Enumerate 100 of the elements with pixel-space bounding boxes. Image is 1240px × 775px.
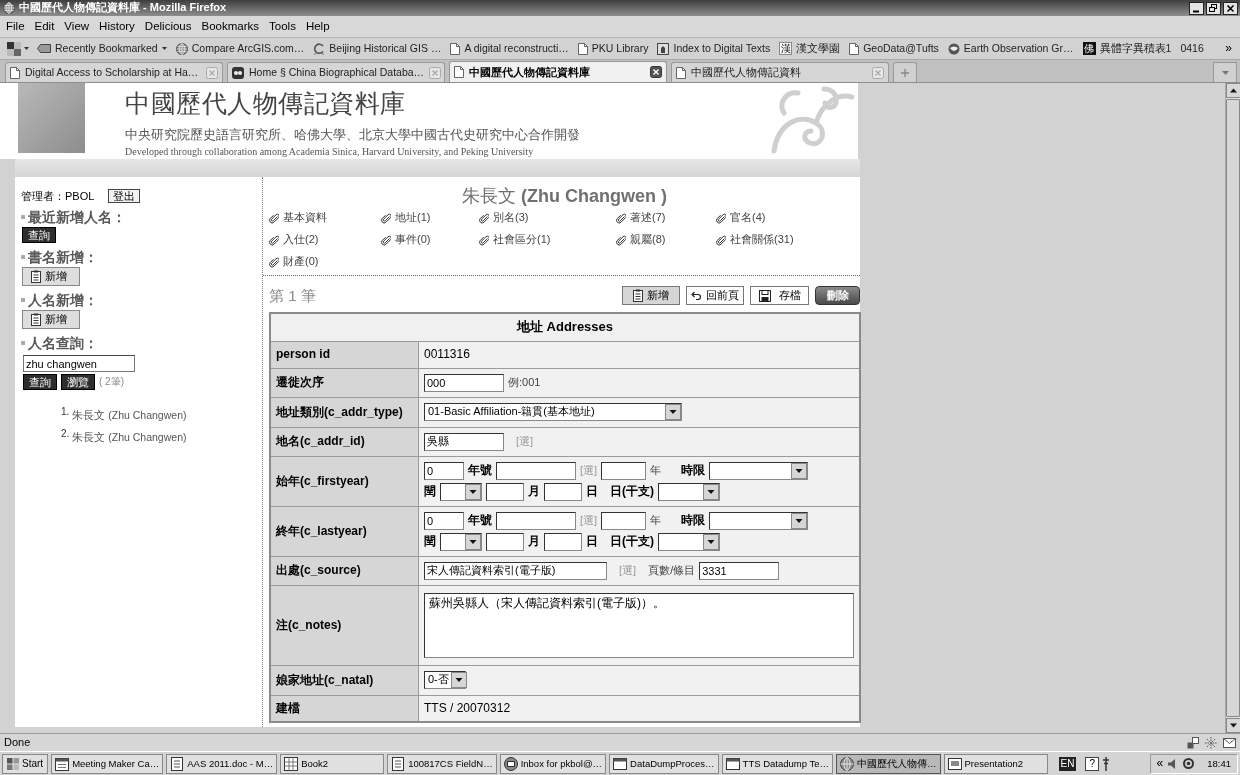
input-field[interactable] (496, 461, 576, 480)
input-field[interactable] (544, 532, 582, 551)
input-field[interactable] (486, 482, 524, 501)
ring-icon[interactable] (1183, 758, 1195, 769)
input-field[interactable] (486, 532, 524, 551)
overflow-chevron[interactable]: » (1225, 41, 1232, 56)
minimize-icon[interactable] (1189, 1, 1204, 15)
menu-item[interactable]: View (59, 19, 95, 34)
squares-icon[interactable] (1187, 736, 1199, 749)
record-link[interactable]: 財產(0) (269, 255, 319, 269)
select-field[interactable] (658, 532, 720, 551)
bookmark-item[interactable]: Earth Observation Gr… (947, 42, 1074, 55)
search-button[interactable]: 查詢 (23, 374, 57, 390)
help-button[interactable]: ? (1085, 756, 1099, 771)
input-field[interactable] (601, 511, 647, 530)
tab[interactable]: 中國歷代人物傳記資料庫 (449, 61, 667, 82)
menu-item[interactable]: File (1, 19, 30, 34)
input-field[interactable]: 宋人傳記資料索引(電子版) (424, 561, 607, 580)
site-glyph: 佛 (1082, 42, 1096, 55)
input-field[interactable] (601, 461, 647, 480)
person-link[interactable]: 朱長文 (Zhu Changwen) (72, 408, 187, 422)
select-field[interactable] (440, 532, 482, 551)
bookmark-item[interactable]: Index to Digital Texts (657, 42, 771, 55)
close-icon[interactable] (1223, 1, 1238, 15)
menu-item[interactable]: Tools (264, 19, 301, 34)
record-link[interactable]: 事件(0) (381, 233, 431, 247)
taskbar-button[interactable]: AAS 2011.doc - M… (166, 753, 278, 774)
menu-item[interactable]: Edit (29, 19, 60, 34)
record-link[interactable]: 著述(7) (616, 211, 666, 225)
record-link[interactable]: 地址(1) (381, 211, 431, 225)
add-button[interactable]: 新增 (622, 286, 680, 305)
antenna-icon[interactable] (1102, 756, 1110, 771)
search-field[interactable]: zhu changwen (23, 355, 135, 372)
taskbar-button[interactable]: 中國歷代人物傳… (836, 753, 941, 774)
notes-field[interactable]: 蘇州吳縣人（宋人傳記資料索引(電子版)）。 (424, 592, 854, 658)
menu-item[interactable]: Delicious (139, 19, 197, 34)
menu-item[interactable]: History (94, 19, 140, 34)
add-button[interactable]: 新增 (22, 267, 80, 286)
record-link[interactable]: 親屬(8) (616, 233, 666, 247)
bookmark-item[interactable]: 0416 (1180, 42, 1204, 55)
menu-item[interactable]: Bookmarks (196, 19, 265, 34)
select-field[interactable] (658, 482, 720, 501)
select-field[interactable]: 0-否 (424, 671, 466, 689)
bookmark-item[interactable]: A digital reconstructi… (450, 42, 569, 55)
tab[interactable]: Digital Access to Scholarship at Ha… (5, 62, 223, 82)
record-link[interactable]: 基本資料 (269, 211, 327, 225)
scroll-up-icon[interactable] (1226, 83, 1240, 98)
bookmark-item[interactable]: 漢 漢文學園 (779, 42, 841, 55)
menu-item[interactable]: Help (300, 19, 335, 34)
taskbar-button[interactable]: Meeting Maker Ca… (51, 753, 164, 774)
close-icon[interactable] (650, 66, 662, 78)
input-field[interactable] (496, 511, 576, 530)
bookmark-item[interactable]: PKU Library (577, 42, 649, 55)
select-field[interactable] (709, 461, 809, 480)
bookmarks-menu-button[interactable] (7, 41, 29, 56)
taskbar-button[interactable]: 100817CS FieldN… (387, 753, 497, 774)
expand-button[interactable]: « (1156, 756, 1164, 771)
start-button[interactable]: Start (2, 753, 49, 774)
input-field[interactable] (544, 482, 582, 501)
tab[interactable]: Home § China Biographical Databa… (227, 62, 445, 82)
logout-button[interactable]: 登出 (108, 189, 141, 203)
taskbar-button[interactable]: Inbox for pkbol@… (499, 753, 607, 774)
globe-icon (175, 42, 188, 55)
taskbar-button[interactable]: DataDumpProces… (609, 753, 719, 774)
query-button[interactable]: 查詢 (22, 227, 56, 243)
taskbar-button[interactable]: TTS Datadump Te… (721, 753, 833, 774)
restore-icon[interactable] (1206, 1, 1221, 15)
taskbar-button[interactable]: Presentation2 (943, 753, 1048, 774)
add-button[interactable]: 新增 (22, 310, 80, 329)
select-field[interactable] (440, 482, 482, 501)
save-button[interactable]: 存檔 (750, 286, 809, 305)
input-field[interactable]: 0 (424, 511, 464, 530)
select-field[interactable]: 01-Basic Affiliation-籍貫(基本地址) (424, 403, 682, 421)
back-button[interactable]: 回前頁 (686, 286, 744, 305)
scroll-down-icon[interactable] (1226, 718, 1240, 733)
input-field[interactable]: 吳縣 (424, 432, 504, 451)
select-field[interactable] (709, 511, 809, 530)
search-button[interactable]: 瀏覽 (61, 374, 95, 390)
input-field[interactable]: 000 (424, 373, 504, 392)
taskbar-button[interactable]: Book2 (280, 753, 385, 774)
site-title: 中國歷代人物傳記資料庫 (125, 88, 406, 118)
record-link[interactable]: 別名(3) (479, 211, 529, 225)
record-link[interactable]: 社會關係(31) (716, 233, 794, 247)
delete-button[interactable]: 刪除 (815, 286, 860, 305)
bookmark-item[interactable]: Recently Bookmarked (37, 42, 167, 55)
bookmark-item[interactable]: Beijing Historical GIS … (313, 42, 442, 55)
bookmark-item[interactable]: 佛 異體字異積表1 (1082, 42, 1172, 55)
language-indicator[interactable]: EN (1058, 756, 1077, 771)
bookmark-item[interactable]: Compare ArcGIS.com… (175, 42, 305, 55)
record-link[interactable]: 官名(4) (716, 211, 766, 225)
input-field[interactable]: 3331 (699, 561, 780, 580)
record-link[interactable]: 入仕(2) (269, 233, 319, 247)
envelope-icon[interactable] (1223, 737, 1236, 748)
tab[interactable]: 中國歷代人物傳記資料 (671, 62, 889, 82)
bookmark-item[interactable]: GeoData@Tufts (849, 42, 939, 55)
scrollbar-thumb[interactable] (1226, 99, 1240, 717)
record-link[interactable]: 社會區分(1) (479, 233, 551, 247)
asterisk-icon[interactable] (1205, 736, 1217, 749)
person-link[interactable]: 朱長文 (Zhu Changwen) (72, 430, 187, 444)
input-field[interactable]: 0 (424, 461, 464, 480)
